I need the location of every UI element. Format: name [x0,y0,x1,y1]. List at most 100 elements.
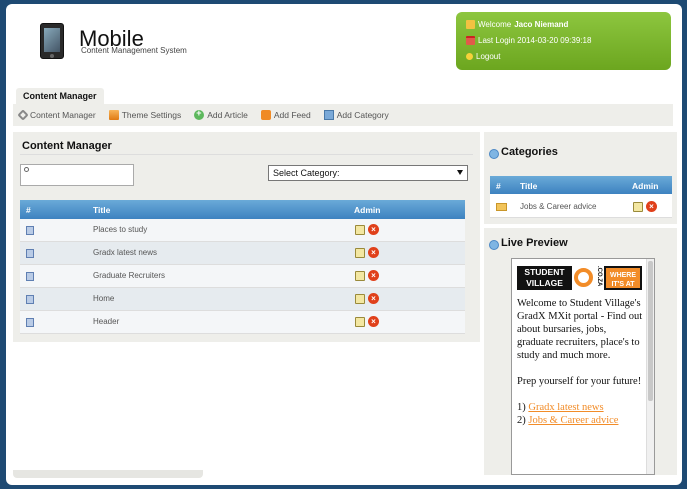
categories-table-header: # Title Admin [490,176,672,194]
content-manager-panel: Content Manager Select Category: # Title… [13,132,480,342]
add-icon [194,108,205,120]
logout-label: Logout [476,51,501,61]
edit-icon[interactable] [355,294,365,304]
app-frame: Mobile Content Management System Welcome… [6,4,682,485]
theme-settings-label: Theme Settings [121,110,182,120]
logout-link[interactable]: Logout [466,48,661,64]
calendar-icon [466,35,475,45]
categories-panel: Categories # Title Admin Jobs & Career a… [484,132,677,224]
folder-icon [496,203,507,211]
row-title[interactable]: Graduate Recruiters [93,271,165,280]
user-name: Jaco Niemand [514,19,569,29]
col-num: # [26,205,31,215]
user-icon [466,19,475,29]
logo-domain: .CO.ZA [596,266,602,287]
col-admin: Admin [354,205,381,215]
row-title[interactable]: Home [93,294,114,303]
theme-settings-button[interactable]: Theme Settings [108,110,182,120]
preview-link-2: 2) Jobs & Career advice [517,414,643,427]
content-manager-button[interactable]: Content Manager [17,109,96,121]
preview-icon [489,240,499,250]
preview-prep: Prep yourself for your future! [517,376,642,387]
add-feed-button[interactable]: Add Feed [260,110,311,120]
categories-title: Categories [501,146,558,158]
document-icon [26,272,34,281]
category-select[interactable]: Select Category: [268,165,468,181]
table-header: # Title Admin [20,200,465,219]
delete-icon[interactable]: × [368,293,379,304]
category-icon [323,110,334,120]
document-icon [26,249,34,258]
category-title[interactable]: Jobs & Career advice [520,202,596,211]
logo-circle-icon [574,268,593,287]
student-village-logo: STUDENT VILLAGE .CO.ZA WHERE IT'S AT [517,266,644,292]
preview-content: Welcome to Student Village's GradX MXit … [517,297,643,427]
search-icon [24,167,29,172]
logo-village: VILLAGE [526,278,563,288]
table-row: Gradx latest news × [20,242,465,265]
theme-icon [108,110,119,120]
col-num: # [496,181,501,191]
edit-icon[interactable] [355,225,365,235]
link-num: 2) [517,415,526,426]
delete-icon[interactable]: × [368,270,379,281]
preview-link[interactable]: Jobs & Career advice [528,415,618,426]
category-select-value: Select Category: [273,168,340,178]
add-category-label: Add Category [336,110,389,120]
table-row: Graduate Recruiters × [20,265,465,288]
articles-table: # Title Admin Places to study × Gradx la… [20,200,465,334]
document-icon [26,318,34,327]
delete-icon[interactable]: × [646,201,657,212]
key-icon [466,52,473,60]
preview-intro: Welcome to Student Village's GradX MXit … [517,298,643,361]
edit-icon[interactable] [355,271,365,281]
live-preview-title: Live Preview [501,237,568,249]
chevron-down-icon [457,170,463,175]
table-row: Home × [20,288,465,311]
content-manager-label: Content Manager [30,110,96,120]
table-row: Places to study × [20,219,465,242]
edit-icon[interactable] [633,202,643,212]
categories-icon [489,149,499,159]
row-title[interactable]: Gradx latest news [93,248,157,257]
preview-link-1: 1) Gradx latest news [517,401,643,414]
live-preview-panel: Live Preview STUDENT VILLAGE .CO.ZA WHER… [484,228,677,475]
row-title[interactable]: Header [93,317,119,326]
edit-icon[interactable] [355,248,365,258]
preview-link[interactable]: Gradx latest news [528,402,603,413]
user-panel: Welcome Jaco Niemand Last Login 2014-03-… [456,12,671,70]
col-title: Title [520,181,538,191]
document-icon [26,226,34,235]
edit-icon[interactable] [355,317,365,327]
panel-title: Content Manager [22,140,112,152]
table-row: Header × [20,311,465,334]
welcome-label: Welcome [478,19,512,29]
divider [20,154,473,155]
link-num: 1) [517,402,526,413]
app-subtitle: Content Management System [81,46,187,55]
footer-tab [13,470,203,478]
col-admin: Admin [632,181,659,191]
phone-preview[interactable]: STUDENT VILLAGE .CO.ZA WHERE IT'S AT Wel… [511,258,655,475]
toolbar: Content Manager Theme Settings Add Artic… [13,104,673,126]
delete-icon[interactable]: × [368,316,379,327]
delete-icon[interactable]: × [368,247,379,258]
logo-its-at: IT'S AT [611,281,635,288]
logo-text: STUDENT VILLAGE [517,266,572,290]
document-icon [26,295,34,304]
add-feed-label: Add Feed [273,110,311,120]
logo-student: STUDENT [524,267,565,277]
tab-content-manager[interactable]: Content Manager [16,88,104,105]
preview-scrollbar[interactable] [646,259,654,474]
category-row: Jobs & Career advice × [490,194,672,218]
logo-tagline: WHERE IT'S AT [604,266,642,290]
last-login: Last Login 2014-03-20 09:39:18 [478,35,592,45]
search-input[interactable] [20,164,134,186]
rss-icon [260,110,271,120]
add-category-button[interactable]: Add Category [323,110,389,120]
add-article-button[interactable]: Add Article [194,108,248,120]
add-article-label: Add Article [207,110,248,120]
col-title: Title [93,205,111,215]
delete-icon[interactable]: × [368,224,379,235]
row-title[interactable]: Places to study [93,225,147,234]
